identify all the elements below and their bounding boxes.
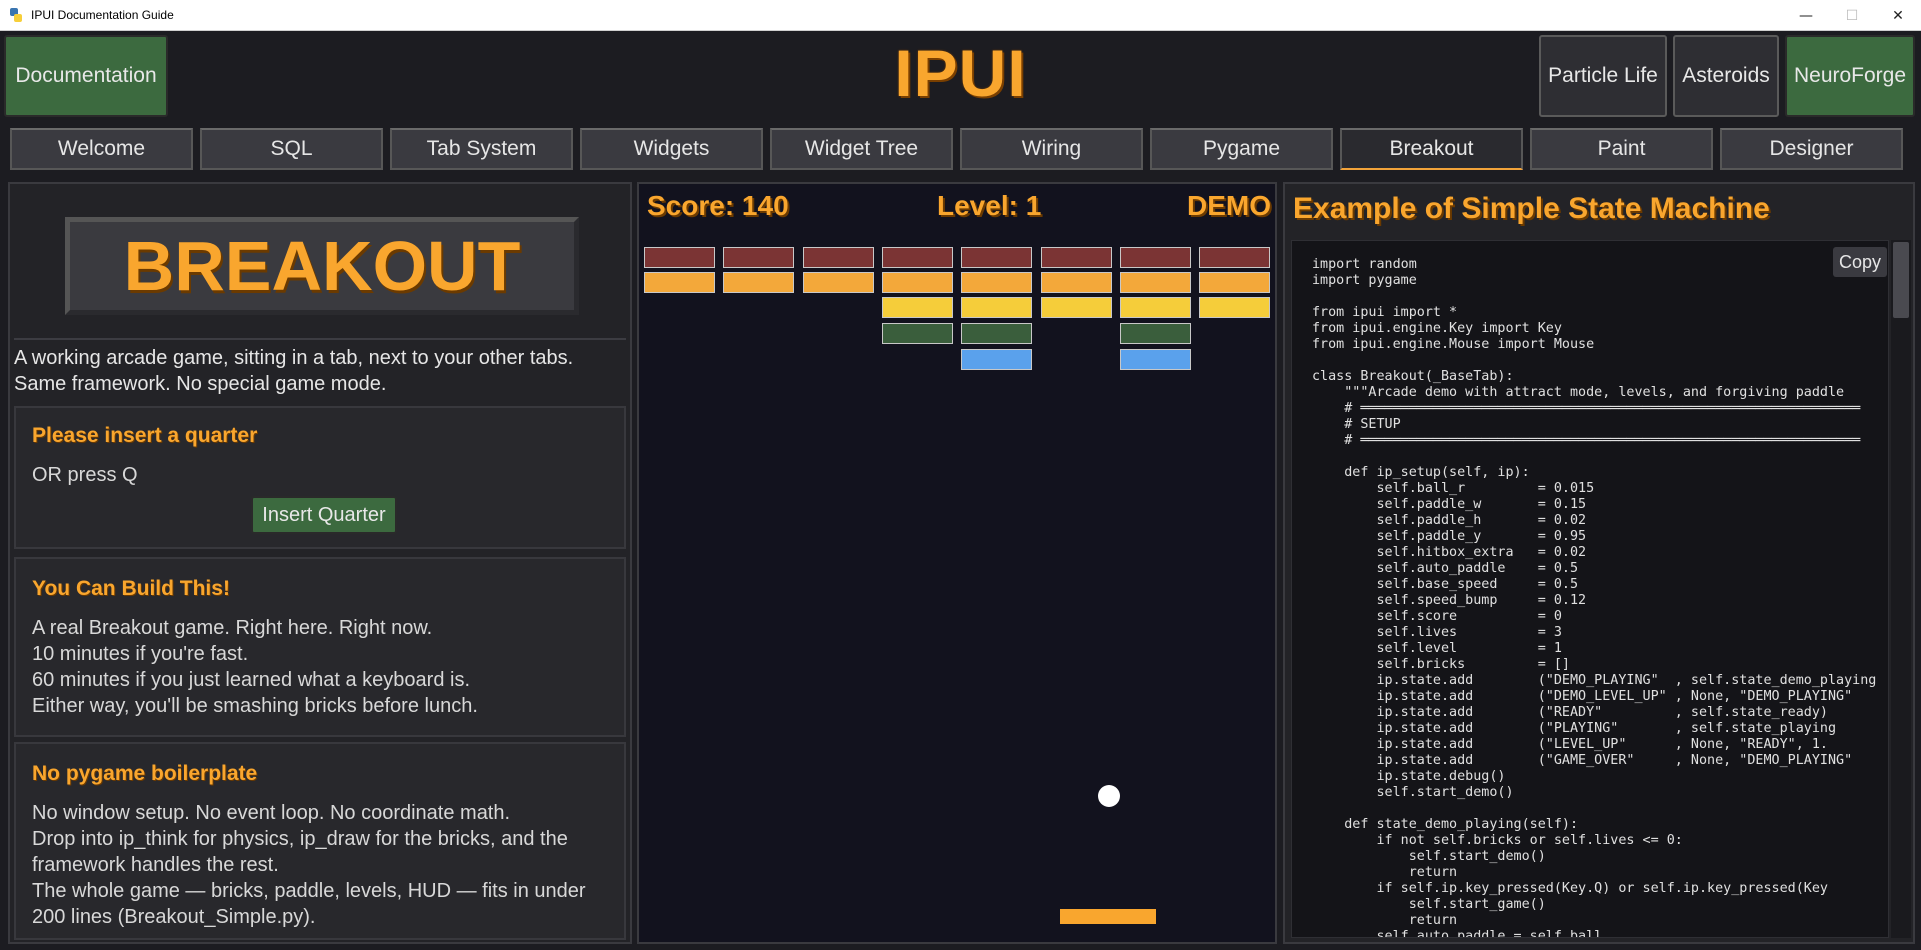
brick (723, 271, 795, 293)
maximize-icon[interactable]: ☐ (1829, 0, 1875, 31)
tab-breakout[interactable]: Breakout (1340, 128, 1523, 170)
python-app-icon (10, 8, 22, 22)
code-viewer[interactable]: import random import pygame from ipui im… (1291, 240, 1889, 938)
brick (881, 323, 953, 345)
boilerplate-line: framework handles the rest. (32, 854, 279, 876)
code-text: import random import pygame from ipui im… (1312, 257, 1877, 938)
boilerplate-line: Drop into ip_think for physics, ip_draw … (32, 828, 568, 850)
brick (802, 247, 874, 268)
brick (1199, 271, 1271, 293)
tab-welcome[interactable]: Welcome (10, 128, 193, 170)
brick (961, 323, 1033, 345)
tab-designer[interactable]: Designer (1720, 128, 1903, 170)
brick (1119, 297, 1191, 319)
brick (802, 271, 874, 293)
info-panel: BREAKOUT A working arcade game, sitting … (8, 182, 632, 944)
breakout-game-canvas[interactable]: Score: 140 Level: 1 DEMO (637, 182, 1277, 944)
code-scrollbar[interactable] (1891, 240, 1911, 938)
build-line: 10 minutes if you're fast. (32, 643, 249, 665)
brick (961, 297, 1033, 319)
tab-paint[interactable]: Paint (1530, 128, 1713, 170)
build-line: Either way, you'll be smashing bricks be… (32, 695, 478, 717)
tab-wiring[interactable]: Wiring (960, 128, 1143, 170)
brick (644, 271, 715, 293)
build-line: 60 minutes if you just learned what a ke… (32, 669, 471, 691)
brick (1040, 271, 1112, 293)
tab-pygame[interactable]: Pygame (1150, 128, 1333, 170)
ball (1098, 785, 1120, 807)
intro-line: A working arcade game, sitting in a tab,… (14, 347, 574, 369)
window-title: IPUI Documentation Guide (31, 8, 174, 22)
breakout-logo: BREAKOUT (65, 217, 579, 315)
brick (881, 247, 953, 268)
build-text: A real Breakout game. Right here. Right … (32, 615, 478, 719)
brick (644, 247, 715, 268)
tab-widget-tree[interactable]: Widget Tree (770, 128, 953, 170)
minimize-icon[interactable]: — (1783, 0, 1829, 31)
app-header: Documentation IPUI Particle Life Asteroi… (0, 31, 1921, 121)
code-title: Example of Simple State Machine (1293, 192, 1770, 225)
particle-life-button[interactable]: Particle Life (1539, 35, 1667, 117)
brick (1119, 348, 1191, 370)
boilerplate-card: No pygame boilerplate No window setup. N… (14, 742, 626, 940)
tab-sql[interactable]: SQL (200, 128, 383, 170)
brick (1119, 247, 1191, 268)
mode-display: DEMO (1187, 190, 1271, 221)
brick (961, 348, 1033, 370)
brick (1119, 323, 1191, 345)
boilerplate-heading: No pygame boilerplate (32, 762, 258, 785)
brick (723, 247, 795, 268)
tab-bar: Welcome SQL Tab System Widgets Widget Tr… (8, 128, 1914, 170)
brick (1199, 247, 1271, 268)
intro-text: A working arcade game, sitting in a tab,… (14, 345, 573, 397)
brick (1040, 247, 1112, 268)
quarter-heading: Please insert a quarter (32, 424, 258, 447)
boilerplate-line: The whole game — bricks, paddle, levels,… (32, 880, 586, 902)
insert-quarter-button[interactable]: Insert Quarter (251, 496, 397, 534)
intro-line: Same framework. No special game mode. (14, 373, 387, 395)
quarter-card: Please insert a quarter OR press Q Inser… (14, 406, 626, 549)
brick (1040, 297, 1112, 319)
neuroforge-button[interactable]: NeuroForge (1785, 35, 1915, 117)
brick (961, 247, 1033, 268)
asteroids-button[interactable]: Asteroids (1673, 35, 1779, 117)
quarter-hint: OR press Q (32, 464, 138, 486)
boilerplate-line: 200 lines (Breakout_Simple.py). (32, 906, 316, 928)
paddle (1060, 909, 1156, 924)
window-titlebar: IPUI Documentation Guide — ☐ ✕ (0, 0, 1921, 31)
divider (14, 338, 626, 340)
level-display: Level: 1 (937, 190, 1042, 221)
copy-button[interactable]: Copy (1833, 247, 1887, 277)
brick (1119, 271, 1191, 293)
boilerplate-text: No window setup. No event loop. No coord… (32, 800, 586, 930)
build-card: You Can Build This! A real Breakout game… (14, 557, 626, 737)
tab-tab-system[interactable]: Tab System (390, 128, 573, 170)
build-heading: You Can Build This! (32, 577, 230, 600)
brick (881, 297, 953, 319)
scrollbar-thumb[interactable] (1893, 242, 1909, 318)
score-display: Score: 140 (647, 190, 789, 221)
boilerplate-line: No window setup. No event loop. No coord… (32, 802, 511, 824)
close-icon[interactable]: ✕ (1875, 0, 1921, 31)
build-line: A real Breakout game. Right here. Right … (32, 617, 433, 639)
brick (881, 271, 953, 293)
brick (1199, 297, 1271, 319)
brick (961, 271, 1033, 293)
tab-widgets[interactable]: Widgets (580, 128, 763, 170)
code-panel: Example of Simple State Machine import r… (1283, 182, 1915, 944)
